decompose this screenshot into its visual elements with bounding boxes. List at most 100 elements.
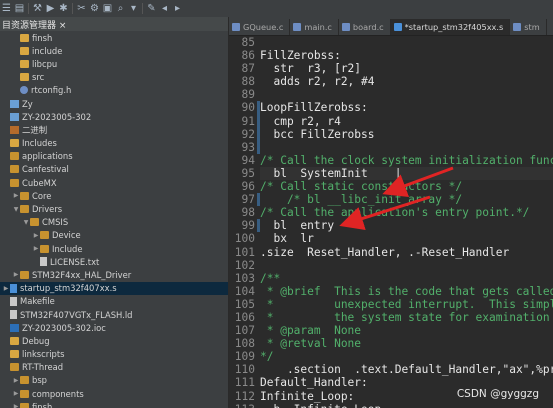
code-area[interactable]: 85 86 FillZerobss: 87 str r3, [r2] 88 adds r… <box>229 36 553 408</box>
tree-item[interactable]: 二进制 <box>0 123 228 136</box>
code-line[interactable]: 95 bl SystemInit | <box>229 166 553 181</box>
build-icon[interactable]: ⚒ <box>31 0 44 17</box>
code-line[interactable]: 92 bcc FillZerobss <box>229 127 553 141</box>
tree-item[interactable]: LICENSE.txt <box>0 255 228 268</box>
tree-item[interactable]: ▶ Include <box>0 242 228 255</box>
chevron-right-icon[interactable]: ▶ <box>12 377 20 384</box>
code-line[interactable]: 108 * @retval None <box>229 337 553 350</box>
tree-item[interactable]: ▶ Device <box>0 229 228 242</box>
tree-item[interactable]: ▼ CMSIS <box>0 216 228 229</box>
cfolder-icon <box>10 178 19 187</box>
tree-item-label: CMSIS <box>42 217 69 228</box>
code-line[interactable]: 94 /* Call the clock system initializatio… <box>229 154 553 167</box>
tree-item[interactable]: finsh <box>0 31 228 44</box>
tree-item[interactable]: include <box>0 44 228 57</box>
code-line[interactable]: 113 b Infinite_Loop <box>229 403 553 408</box>
code-line[interactable]: 85 <box>229 36 553 49</box>
code-line[interactable]: 89 <box>229 88 553 101</box>
tree-item-label: RT-Thread <box>22 362 64 373</box>
cfolder-icon <box>20 270 29 279</box>
tab-label: *startup_stm32f405xx.s <box>404 22 504 32</box>
editor-tab[interactable]: GQueue.c <box>229 19 291 35</box>
code-line[interactable]: 91 cmp r2, r4 <box>229 114 553 128</box>
tree-item[interactable]: ▶ components <box>0 387 228 400</box>
settings-icon[interactable]: ⚙ <box>88 0 101 17</box>
code-line[interactable]: 106 * the system state for examination b… <box>229 311 553 324</box>
code-line[interactable]: 100 bx lr <box>229 232 553 245</box>
editor-tab[interactable]: board.c <box>339 19 391 35</box>
code-line[interactable]: 86 FillZerobss: <box>229 49 553 62</box>
tree-item[interactable]: linkscripts <box>0 348 228 361</box>
tree-item[interactable]: ▶ bsp <box>0 374 228 387</box>
line-number: 96 <box>241 180 255 194</box>
line-text: b Infinite_Loop <box>260 403 553 408</box>
tree-item[interactable]: ZY-2023005-302.ioc <box>0 321 228 334</box>
code-line[interactable]: 107 * @param None <box>229 324 553 337</box>
debug-icon[interactable]: ✱ <box>57 0 70 17</box>
tree-item[interactable]: rtconfig.h <box>0 84 228 97</box>
chevron-right-icon[interactable]: ▶ <box>2 285 10 292</box>
code-line[interactable]: 88 adds r2, r2, #4 <box>229 75 553 88</box>
dropdown-icon[interactable]: ▾ <box>127 0 140 17</box>
tree-item[interactable]: ▶ STM32F4xx_HAL_Driver <box>0 268 228 281</box>
line-number: 86 <box>241 49 255 63</box>
tree-item-label: rtconfig.h <box>31 85 72 96</box>
code-line[interactable]: 105 * unexpected interrupt. This simply … <box>229 298 553 311</box>
code-line[interactable]: 104 * @brief This is the code that gets … <box>229 285 553 298</box>
tree-item-label: libcpu <box>32 58 58 69</box>
tree-item[interactable]: ▶ Core <box>0 189 228 202</box>
new-file-icon[interactable]: ▤ <box>13 0 26 17</box>
main-toolbar: ☰ ▤ ⚒ ▶ ✱ ✂ ⚙ ▣ ⌕ ▾ ✎ ◂ ▸ <box>0 0 553 18</box>
code-line[interactable]: 102 <box>229 259 553 272</box>
tree-item[interactable]: libcpu <box>0 57 228 70</box>
code-line[interactable]: 87 str r3, [r2] <box>229 62 553 75</box>
code-line[interactable]: 101 .size Reset_Handler, .-Reset_Handler <box>229 246 553 259</box>
nav-forward-icon[interactable]: ▸ <box>171 0 184 17</box>
tree-item[interactable]: ZY-2023005-302 <box>0 110 228 123</box>
tree-item[interactable]: Debug <box>0 334 228 347</box>
chevron-right-icon[interactable]: ▶ <box>12 390 20 397</box>
code-line[interactable]: 103 /** <box>229 272 553 285</box>
tree-item[interactable]: Zy <box>0 97 228 110</box>
search-icon[interactable]: ⌕ <box>114 0 127 17</box>
tree-item[interactable]: Makefile <box>0 295 228 308</box>
line-number: 94 <box>241 153 255 167</box>
code-line[interactable]: 110 .section .text.Default_Handler,"ax",… <box>229 363 553 376</box>
chevron-down-icon[interactable]: ▼ <box>12 206 20 213</box>
code-line[interactable]: 98 /* Call the application's entry point.… <box>229 206 553 219</box>
tools-icon[interactable]: ✂ <box>75 0 88 17</box>
tab-label: main.c <box>304 22 332 32</box>
nav-back-icon[interactable]: ◂ <box>158 0 171 17</box>
menu-icon[interactable]: ☰ <box>0 0 13 17</box>
editor-tab[interactable]: stm <box>510 19 547 35</box>
editor-tab[interactable]: main.c <box>290 19 339 35</box>
code-line[interactable]: 109 */ <box>229 350 553 363</box>
tree-item[interactable]: ▼ Drivers <box>0 202 228 215</box>
code-line[interactable]: 90 LoopFillZerobss: <box>229 101 553 115</box>
code-line[interactable]: 97 /* bl __libc_init_array */ <box>229 193 553 207</box>
chip-icon[interactable]: ▣ <box>101 0 114 17</box>
chevron-right-icon[interactable]: ▶ <box>12 403 20 408</box>
code-line[interactable]: 93 <box>229 140 553 154</box>
tree-item[interactable]: Includes <box>0 137 228 150</box>
bookmark-icon[interactable]: ✎ <box>145 0 158 17</box>
chevron-right-icon[interactable]: ▶ <box>12 271 20 278</box>
tree-item[interactable]: ▶ startup_stm32f407xx.s <box>0 281 228 295</box>
line-text: bl SystemInit | <box>260 166 553 181</box>
tree-item[interactable]: STM32F407VGTx_FLASH.ld <box>0 308 228 321</box>
code-line[interactable]: 99 bl entry <box>229 219 553 233</box>
file-icon <box>40 257 47 267</box>
chevron-right-icon[interactable]: ▶ <box>12 192 20 199</box>
run-icon[interactable]: ▶ <box>44 0 57 17</box>
chevron-down-icon[interactable]: ▼ <box>22 219 30 226</box>
tree-item[interactable]: src <box>0 71 228 84</box>
code-line[interactable]: 96 /* Call static constructors */ <box>229 180 553 193</box>
editor-tab[interactable]: *startup_stm32f405xx.s <box>390 19 511 35</box>
tree-item[interactable]: ▶ finsh <box>0 400 228 408</box>
chevron-right-icon[interactable]: ▶ <box>32 245 40 252</box>
tree-item[interactable]: applications <box>0 150 228 163</box>
tree-item[interactable]: RT-Thread <box>0 361 228 374</box>
chevron-right-icon[interactable]: ▶ <box>32 232 40 239</box>
tree-item[interactable]: CubeMX <box>0 176 228 189</box>
tree-item[interactable]: Canfestival <box>0 163 228 176</box>
